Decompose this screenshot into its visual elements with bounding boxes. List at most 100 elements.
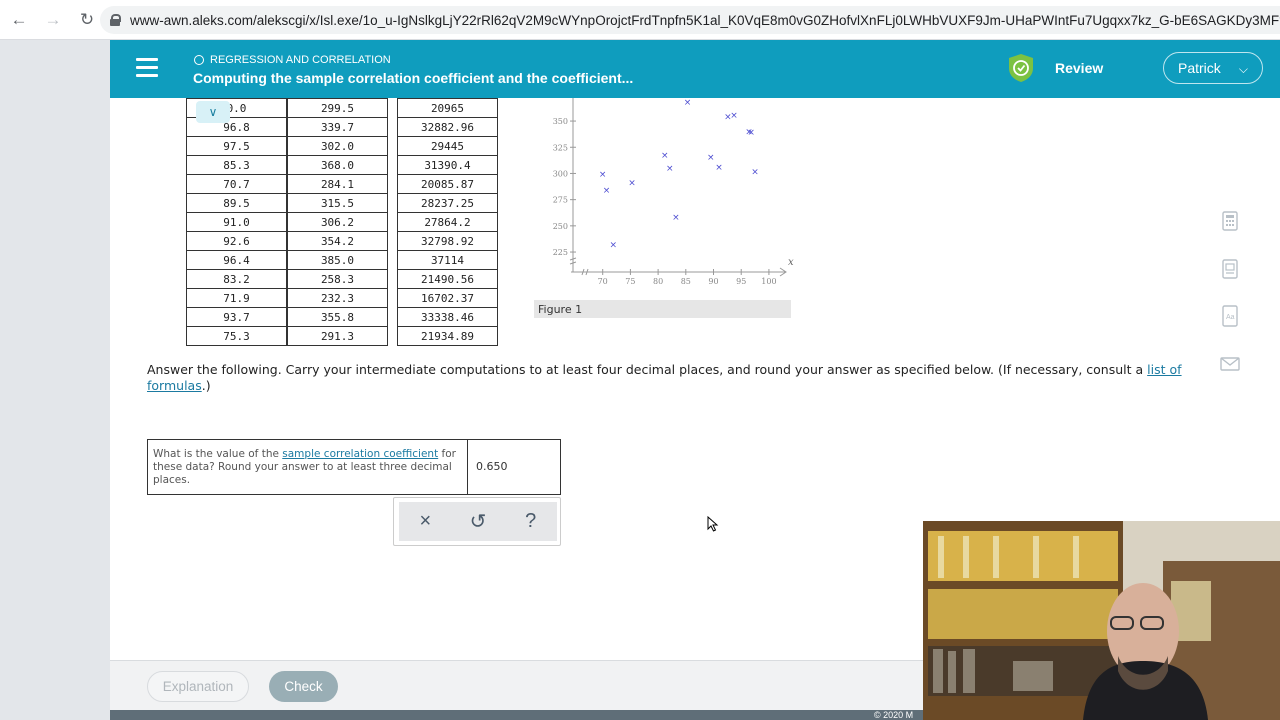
dictionary-icon[interactable]: Aa (1217, 303, 1243, 329)
figure-caption: Figure 1 (534, 300, 791, 318)
address-bar[interactable]: www-awn.aleks.com/alekscgi/x/Isl.exe/1o_… (100, 6, 1280, 34)
table-cell: 85.3 (186, 155, 287, 175)
table-cell: 97.5 (186, 136, 287, 156)
data-point: × (666, 164, 674, 174)
table-row: 89.5 (186, 193, 287, 213)
x-tick-label: 90 (708, 277, 718, 286)
table-row: 93.7 (186, 307, 287, 327)
correlation-link[interactable]: sample correlation coefficient (282, 448, 438, 460)
table-cell: 232.3 (287, 288, 388, 308)
topic-line: REGRESSION AND CORRELATION (194, 54, 391, 66)
table-cell: 16702.37 (397, 288, 498, 308)
instructions-tail: .) (201, 378, 211, 393)
y-tick-label: 325 (553, 143, 568, 152)
x-tick-label: 70 (598, 277, 608, 286)
data-point: × (609, 240, 617, 250)
x-tick-label: 100 (761, 277, 776, 286)
worksheet-icon[interactable] (1217, 256, 1243, 282)
help-icon[interactable]: ? (516, 510, 546, 533)
question-text: What is the value of the sample correlat… (148, 440, 468, 494)
table-row: 28237.25 (397, 193, 498, 213)
clear-icon[interactable]: × (410, 510, 440, 533)
chevron-down-icon: ⌵ (1238, 62, 1248, 76)
table-row: 354.2 (287, 231, 388, 251)
data-point: × (684, 98, 692, 108)
table-cell: 385.0 (287, 250, 388, 270)
table-cell: 27864.2 (397, 212, 498, 232)
y-tick-label: 300 (553, 169, 568, 178)
mail-icon[interactable] (1217, 351, 1243, 377)
table-row: 385.0 (287, 250, 388, 270)
table-row: 32798.92 (397, 231, 498, 251)
table-cell: 37114 (397, 250, 498, 270)
table-row: 70.7 (186, 174, 287, 194)
table-row: 96.4 (186, 250, 287, 270)
review-shield-icon[interactable] (1008, 53, 1034, 83)
table-cell: 71.9 (186, 288, 287, 308)
table-row: 33338.46 (397, 307, 498, 327)
x-axis-label: x (788, 257, 794, 268)
table-cell: 355.8 (287, 307, 388, 327)
table-row: 27864.2 (397, 212, 498, 232)
undo-icon[interactable]: ↺ (463, 509, 493, 534)
table-row: 85.3 (186, 155, 287, 175)
table-cell: 91.0 (186, 212, 287, 232)
calculator-icon[interactable] (1217, 208, 1243, 234)
data-table-x: 0.0 96.8 97.5 85.3 70.7 89.5 91.0 92.6 96.4 83.2 7… (186, 98, 287, 346)
table-row: 20085.87 (397, 174, 498, 194)
review-link[interactable]: Review (1055, 60, 1103, 76)
table-row: 91.0 (186, 212, 287, 232)
x-tick-label: 80 (653, 277, 663, 286)
table-cell: 32798.92 (397, 231, 498, 251)
data-point: × (628, 179, 636, 189)
instructions: Answer the following. Carry your interme… (147, 362, 1187, 394)
menu-icon[interactable] (136, 58, 158, 77)
user-menu-button[interactable]: Patrick ⌵ (1163, 52, 1263, 84)
topic-circle-icon (194, 55, 204, 65)
x-tick-label: 75 (625, 277, 635, 286)
topic-label: REGRESSION AND CORRELATION (210, 54, 391, 66)
left-gutter (0, 40, 110, 720)
table-row: 299.5 (287, 98, 388, 118)
table-row: 306.2 (287, 212, 388, 232)
table-row: 16702.37 (397, 288, 498, 308)
copyright-text: © 2020 M (874, 710, 914, 720)
table-row: 97.5 (186, 136, 287, 156)
table-row: 258.3 (287, 269, 388, 289)
check-button[interactable]: Check (269, 671, 338, 702)
svg-text:Aa: Aa (1226, 314, 1235, 321)
table-row: 75.3 (186, 326, 287, 346)
question-box: What is the value of the sample correlat… (147, 439, 561, 495)
table-row: 20965 (397, 98, 498, 118)
reload-icon[interactable]: ↻ (72, 5, 102, 35)
lock-icon (110, 14, 121, 26)
browser-toolbar: ← → ↻ www-awn.aleks.com/alekscgi/x/Isl.e… (0, 0, 1280, 40)
table-cell: 32882.96 (397, 117, 498, 137)
y-tick-label: 250 (553, 222, 568, 231)
data-point: × (661, 151, 669, 161)
table-row: 37114 (397, 250, 498, 270)
table-row: 71.9 (186, 288, 287, 308)
table-cell: 339.7 (287, 117, 388, 137)
table-row: 284.1 (287, 174, 388, 194)
collapse-chevron-icon[interactable]: ∨ (196, 101, 230, 123)
webcam-video-overlay (923, 521, 1280, 720)
table-row: 232.3 (287, 288, 388, 308)
url-text: www-awn.aleks.com/alekscgi/x/Isl.exe/1o_… (130, 12, 1280, 28)
answer-input[interactable]: 0.650 (468, 440, 560, 494)
explanation-button[interactable]: Explanation (147, 671, 249, 702)
table-cell: 306.2 (287, 212, 388, 232)
forward-icon[interactable]: → (38, 5, 68, 35)
data-point: × (715, 163, 723, 173)
table-cell: 70.7 (186, 174, 287, 194)
answer-tools: × ↺ ? (393, 497, 561, 546)
table-cell: 20085.87 (397, 174, 498, 194)
data-point: × (747, 128, 755, 138)
aleks-header: REGRESSION AND CORRELATION Computing the… (110, 40, 1280, 98)
data-point: × (730, 111, 738, 121)
instructions-text: Answer the following. Carry your interme… (147, 362, 1144, 377)
table-cell: 96.4 (186, 250, 287, 270)
table-cell: 315.5 (287, 193, 388, 213)
table-cell: 20965 (397, 98, 498, 118)
back-icon[interactable]: ← (4, 5, 34, 35)
